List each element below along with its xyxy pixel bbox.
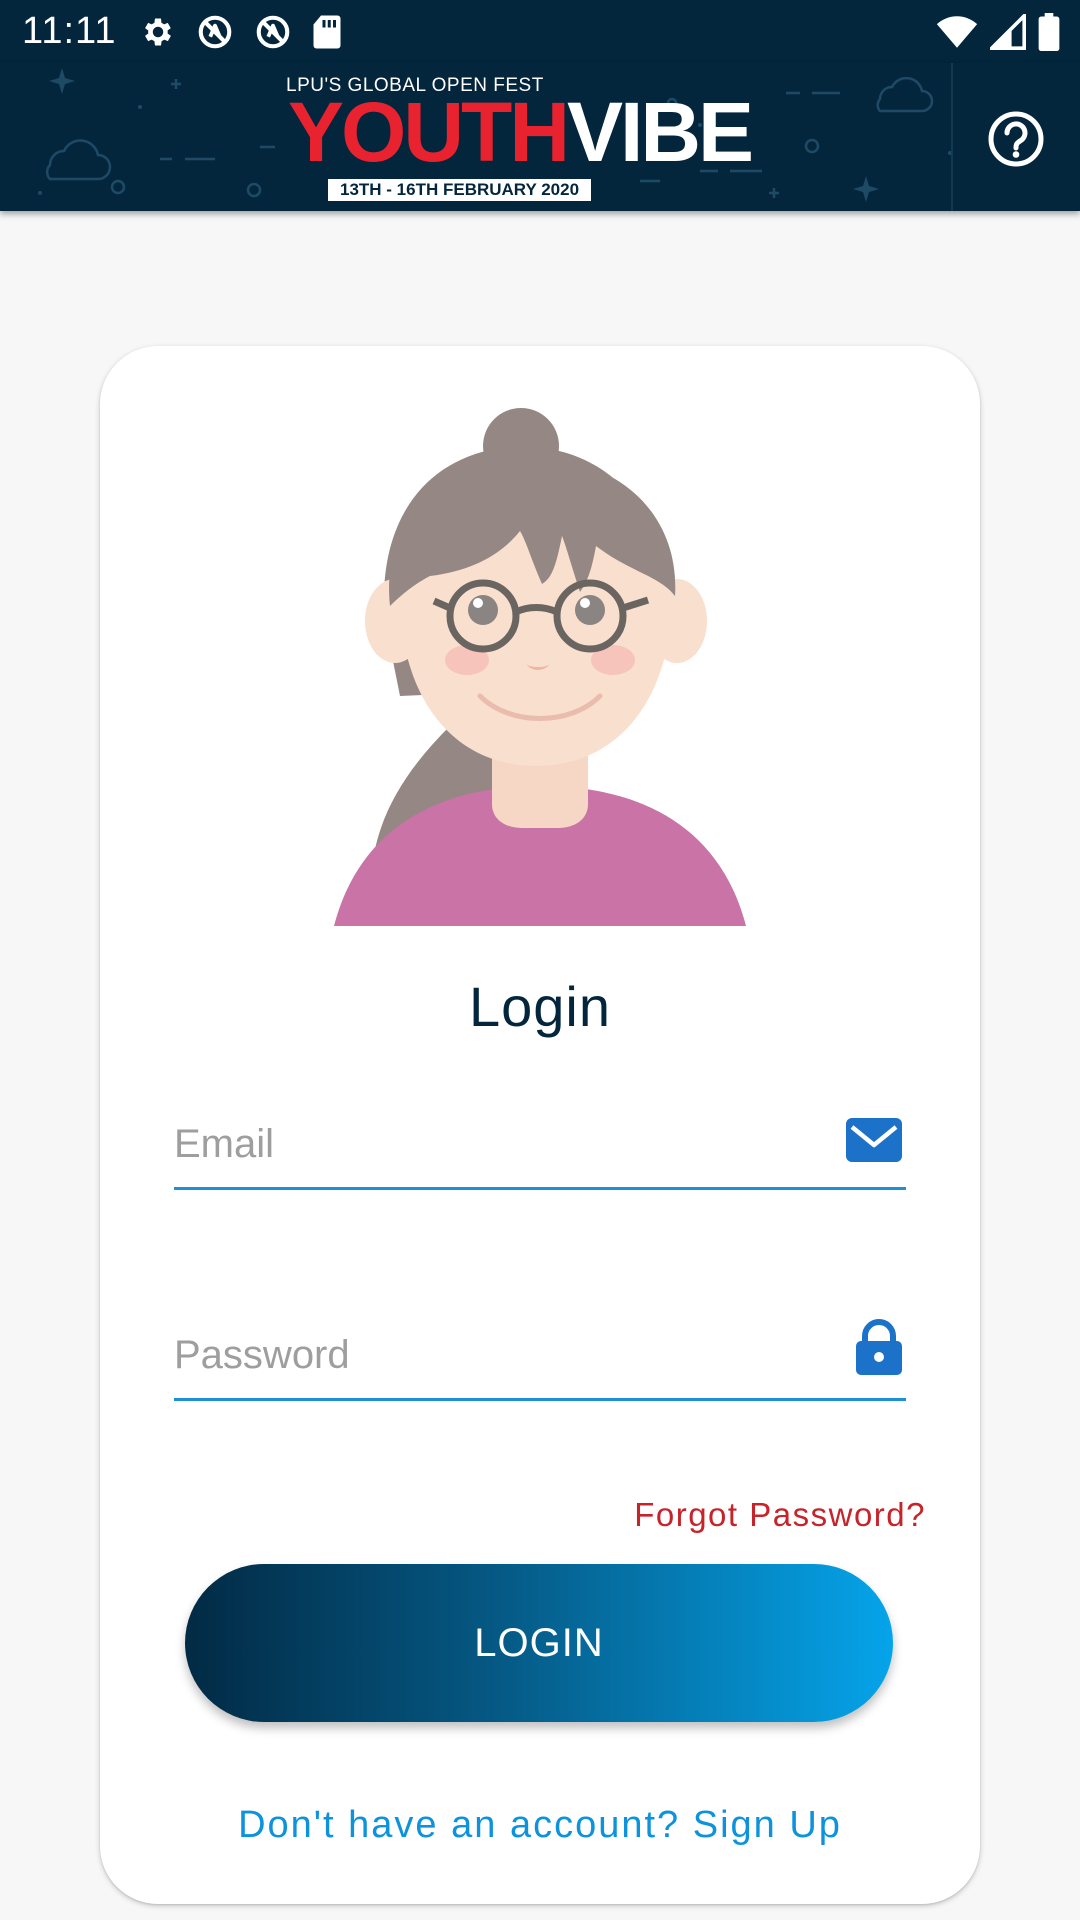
status-time: 11:11 bbox=[22, 10, 117, 52]
youthvibe-logo: LPU'S GLOBAL OPEN FEST YOUTHVIBE 13TH - … bbox=[282, 75, 754, 201]
logo-title-youth: YOUTH bbox=[288, 85, 570, 179]
sync-off-icon bbox=[198, 15, 232, 49]
help-icon bbox=[988, 111, 1044, 167]
password-field[interactable] bbox=[174, 1317, 906, 1401]
status-bar: 11:11 bbox=[0, 0, 1080, 63]
avatar-illustration bbox=[334, 408, 746, 926]
battery-icon bbox=[1038, 13, 1060, 51]
app-header: LPU'S GLOBAL OPEN FEST YOUTHVIBE 13TH - … bbox=[0, 63, 1080, 211]
mail-icon bbox=[846, 1118, 902, 1162]
wifi-icon bbox=[936, 16, 978, 48]
help-button[interactable] bbox=[984, 107, 1048, 171]
sync-off-icon bbox=[256, 15, 290, 49]
status-icons-left bbox=[140, 13, 342, 51]
email-field[interactable] bbox=[174, 1106, 906, 1190]
lock-icon bbox=[856, 1319, 902, 1375]
forgot-password-link[interactable]: Forgot Password? bbox=[634, 1496, 926, 1534]
email-input[interactable] bbox=[174, 1114, 814, 1174]
login-title: Login bbox=[468, 975, 612, 1038]
login-card: Login Forgot Password? LOGIN Don't have … bbox=[100, 346, 980, 1904]
status-icons-right bbox=[936, 13, 1060, 51]
login-button[interactable]: LOGIN bbox=[185, 1564, 893, 1722]
signup-link[interactable]: Don't have an account? Sign Up bbox=[100, 1804, 980, 1847]
logo-title: YOUTHVIBE bbox=[288, 85, 754, 179]
password-input[interactable] bbox=[174, 1325, 814, 1385]
logo-dates: 13TH - 16TH FEBRUARY 2020 bbox=[328, 179, 592, 201]
signal-icon bbox=[990, 14, 1026, 50]
header-divider bbox=[951, 63, 953, 211]
sd-card-icon bbox=[313, 15, 341, 49]
gear-icon bbox=[145, 18, 171, 46]
logo-title-vibe: VIBE bbox=[567, 85, 754, 179]
